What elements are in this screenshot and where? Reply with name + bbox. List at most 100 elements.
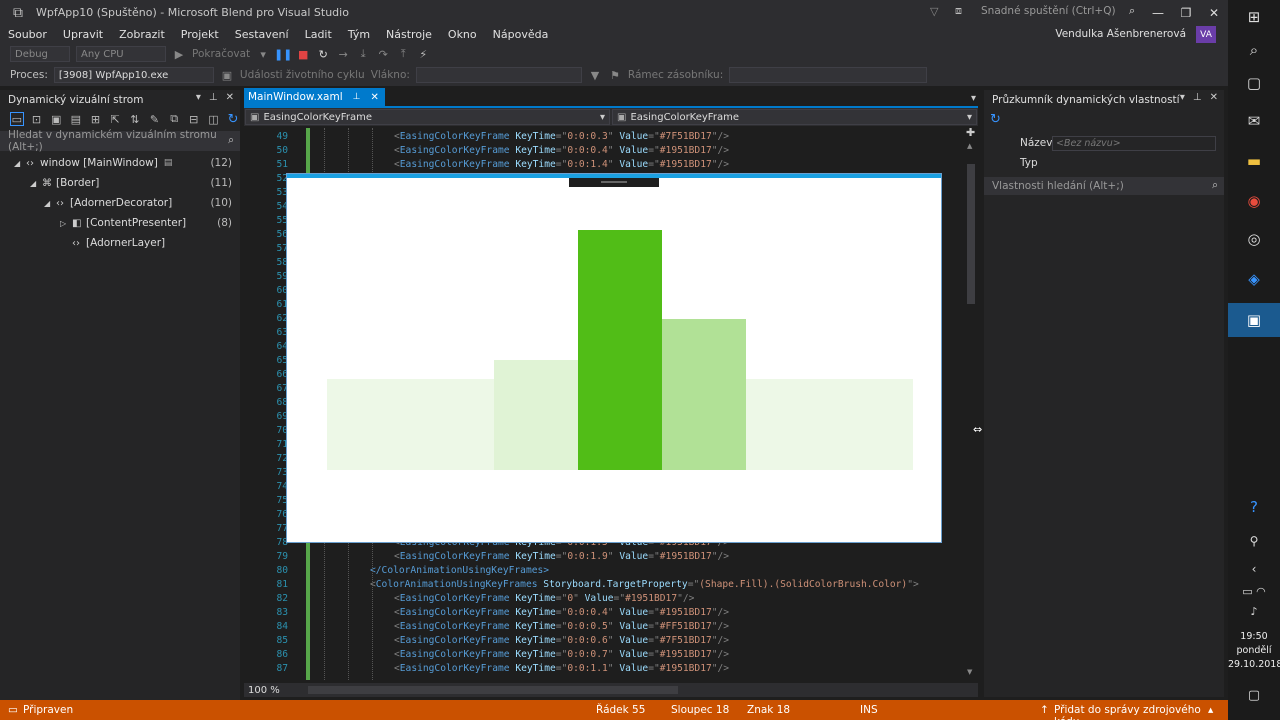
wrench-icon[interactable]: ✎ xyxy=(148,112,162,126)
close-icon[interactable]: ✕ xyxy=(370,92,378,103)
tree-node-adorner-layer[interactable]: ‹› [AdornerLayer] xyxy=(0,233,240,253)
tree-node-adorner-decorator[interactable]: ◢ ‹› [AdornerDecorator] (10) xyxy=(0,193,240,213)
close-button[interactable]: ✕ xyxy=(1200,0,1228,25)
user-name[interactable]: Vendulka Ašenbrenerová xyxy=(1055,28,1186,40)
chevron-down-icon[interactable]: ▾ xyxy=(196,92,201,103)
menu-okno[interactable]: Okno xyxy=(440,28,485,41)
config-combo[interactable]: Debug xyxy=(10,46,70,62)
collapsed-arrow-icon[interactable]: ▷ xyxy=(60,219,72,228)
refresh-icon[interactable]: ↻ xyxy=(984,109,1224,129)
horizontal-scrollbar[interactable] xyxy=(308,686,958,694)
menu-soubor[interactable]: Soubor xyxy=(0,28,55,41)
menu-projekt[interactable]: Projekt xyxy=(173,28,227,41)
tree-node-window[interactable]: ◢ ‹› window [MainWindow] ▤ (12) xyxy=(0,153,240,173)
lifecycle-icon[interactable]: ▣ xyxy=(220,68,234,82)
platform-combo[interactable]: Any CPU xyxy=(76,46,166,62)
task-view-icon[interactable]: ▢ xyxy=(1238,68,1270,98)
pin-icon[interactable]: ⊥ xyxy=(209,92,218,103)
zoom-level[interactable]: 100 % xyxy=(244,685,304,696)
notifications-icon[interactable]: ▢ xyxy=(1238,680,1270,710)
refresh-icon[interactable]: ↻ xyxy=(226,112,240,127)
step-into-icon[interactable]: ⤓ xyxy=(356,47,370,61)
chevron-up-icon[interactable]: ▴ xyxy=(1208,704,1213,716)
scroll-thumb[interactable] xyxy=(967,164,975,304)
menu-napoveda[interactable]: Nápověda xyxy=(485,28,557,41)
process-combo[interactable]: [3908] WpfApp10.exe xyxy=(53,67,214,83)
scroll-down-icon[interactable]: ▼ xyxy=(967,668,972,676)
app-window-icon[interactable]: ▣ xyxy=(1228,303,1280,337)
flag-icon[interactable]: ⚑ xyxy=(608,68,622,82)
scroll-thumb[interactable] xyxy=(308,686,678,694)
tree-search-input[interactable]: Hledat v dynamickém vizuálním stromu (Al… xyxy=(0,129,240,153)
tab-mainwindow-xaml[interactable]: MainWindow.xaml ⊥ ✕ xyxy=(244,88,385,106)
chevron-down-icon[interactable]: ▾ xyxy=(971,93,976,104)
tree-node-border[interactable]: ◢ ⌘ [Border] (11) xyxy=(0,173,240,193)
thread-combo[interactable] xyxy=(415,67,582,83)
stop-icon[interactable]: ■ xyxy=(296,47,310,61)
settings-icon[interactable]: ◫ xyxy=(207,112,221,126)
running-app-window[interactable] xyxy=(286,173,942,543)
search-icon[interactable]: ⌕ xyxy=(228,134,234,147)
tree-node-content-presenter[interactable]: ▷ ◧ [ContentPresenter] (8) xyxy=(0,213,240,233)
restart-icon[interactable]: ↻ xyxy=(316,47,330,61)
menu-ladit[interactable]: Ladit xyxy=(297,28,340,41)
step-out-icon[interactable]: ⤒ xyxy=(396,47,410,61)
file-explorer-icon[interactable]: ▬ xyxy=(1238,146,1270,176)
chevron-down-icon[interactable]: ▾ xyxy=(967,112,972,123)
filter-icon[interactable]: ▼ xyxy=(588,68,602,82)
chevron-down-icon[interactable]: ▾ xyxy=(256,47,270,61)
blend-icon[interactable]: ◈ xyxy=(1238,264,1270,294)
pause-icon[interactable]: ❚❚ xyxy=(274,47,292,61)
scroll-icon[interactable]: ⇱ xyxy=(108,112,122,126)
chevron-down-icon[interactable]: ▾ xyxy=(1180,92,1185,103)
expand-icon[interactable]: ⊟ xyxy=(187,112,201,126)
pin-icon[interactable]: ⊥ xyxy=(353,92,361,102)
lifecycle-events-button[interactable]: Události životního cyklu xyxy=(240,69,365,81)
display-adorners-icon[interactable]: ⊡ xyxy=(30,112,44,126)
arrow-up-icon[interactable]: ↑ xyxy=(1040,704,1049,716)
chrome-icon[interactable]: ◉ xyxy=(1238,186,1270,216)
property-search-input[interactable]: Vlastnosti hledání (Alt+;) ⌕ xyxy=(984,177,1224,195)
vertical-scrollbar[interactable]: ✚ ▲ ▼ xyxy=(964,126,978,680)
user-avatar[interactable]: VA xyxy=(1196,26,1216,43)
hot-reload-icon[interactable]: ⚡ xyxy=(416,47,430,61)
step-over-icon[interactable]: ↷ xyxy=(376,47,390,61)
expand-arrow-icon[interactable]: ◢ xyxy=(14,159,26,168)
restore-button[interactable]: ❐ xyxy=(1172,0,1200,25)
stackframe-combo[interactable] xyxy=(729,67,928,83)
menu-upravit[interactable]: Upravit xyxy=(55,28,111,41)
play-icon[interactable]: ▶ xyxy=(172,47,186,61)
sync-icon[interactable]: ⇅ xyxy=(128,112,142,126)
minimize-button[interactable]: — xyxy=(1144,0,1172,25)
nav-left-combo[interactable]: ▣ EasingColorKeyFrame ▾ xyxy=(245,109,610,125)
system-clock[interactable]: 19:50 pondělí 29.10.2018 xyxy=(1228,630,1280,672)
quick-launch-input[interactable]: Snadné spuštění (Ctrl+Q) xyxy=(974,2,1144,21)
chevron-down-icon[interactable]: ▾ xyxy=(600,112,605,123)
preview-selection-icon[interactable]: ⊞ xyxy=(89,112,103,126)
step-icon[interactable]: → xyxy=(336,47,350,61)
live-share-icon[interactable]: ⧈ xyxy=(955,4,962,18)
expand-arrow-icon[interactable]: ◢ xyxy=(30,179,42,188)
menu-tym[interactable]: Tým xyxy=(340,28,378,41)
menu-sestaveni[interactable]: Sestavení xyxy=(227,28,297,41)
windows-start-icon[interactable]: ⊞ xyxy=(1238,2,1270,32)
continue-button[interactable]: Pokračovat xyxy=(192,48,250,60)
obs-icon[interactable]: ◎ xyxy=(1238,224,1270,254)
close-icon[interactable]: ✕ xyxy=(1210,92,1218,103)
close-icon[interactable]: ✕ xyxy=(226,92,234,103)
track-focus-icon[interactable]: ▣ xyxy=(49,112,63,126)
search-icon[interactable]: ⌕ xyxy=(1212,179,1218,192)
expand-arrow-icon[interactable]: ◢ xyxy=(44,199,56,208)
menu-zobrazit[interactable]: Zobrazit xyxy=(111,28,173,41)
name-field[interactable]: <Bez názvu> xyxy=(1052,135,1216,151)
pin-icon[interactable]: ⊥ xyxy=(1193,92,1202,103)
search-icon[interactable]: ⌕ xyxy=(1238,35,1270,65)
search-icon[interactable]: ⌕ xyxy=(1129,4,1135,18)
filter-icon[interactable]: ▽ xyxy=(930,5,938,18)
people-icon[interactable]: ⚲ xyxy=(1238,526,1270,556)
volume-icon[interactable]: ♪ xyxy=(1238,596,1270,626)
add-to-source-control-button[interactable]: Přidat do správy zdrojového kódu xyxy=(1054,704,1228,720)
mail-icon[interactable]: ✉ xyxy=(1238,106,1270,136)
layout-adorners-icon[interactable]: ▤ xyxy=(69,112,83,126)
help-icon[interactable]: ? xyxy=(1238,492,1270,522)
